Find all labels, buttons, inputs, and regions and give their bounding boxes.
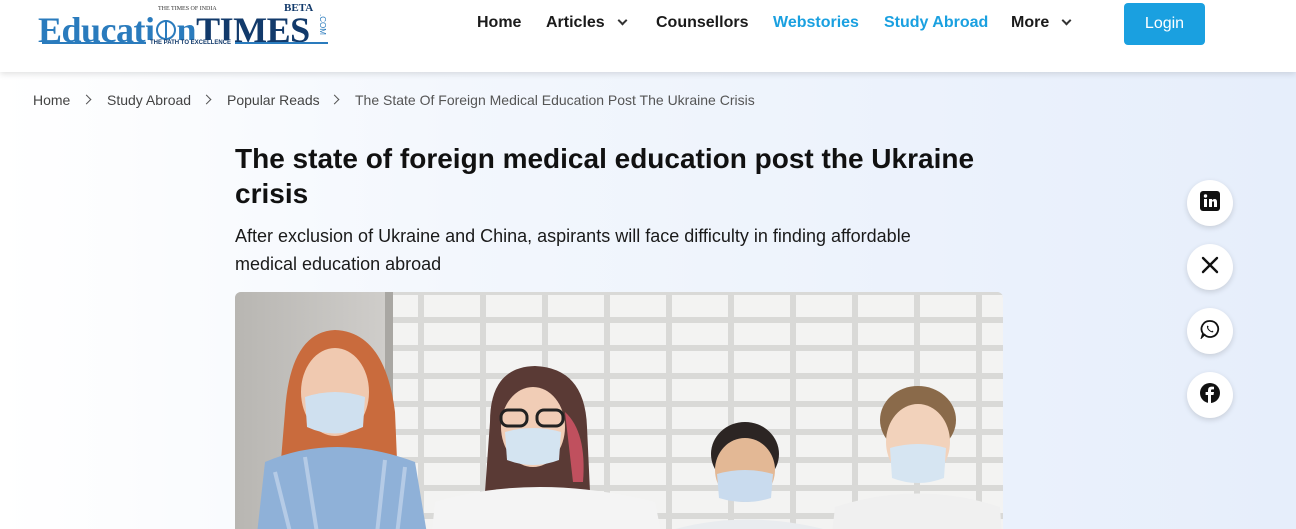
nav-more-label: More	[1011, 14, 1050, 31]
students-wearing-masks-photo	[235, 292, 1003, 529]
article-hero-image	[235, 292, 1003, 529]
nav-counsellors-label: Counsellors	[656, 14, 749, 31]
chevron-right-icon	[329, 94, 340, 105]
nav-home[interactable]: Home	[477, 14, 521, 32]
share-x-button[interactable]	[1187, 244, 1233, 290]
globe-icon	[155, 20, 176, 40]
login-button[interactable]: Login	[1124, 3, 1205, 45]
article-title: The state of foreign medical education p…	[235, 143, 975, 209]
nav-home-label: Home	[477, 14, 522, 31]
nav-webstories[interactable]: Webstories	[773, 14, 859, 32]
nav-study-abroad-label: Study Abroad	[884, 14, 989, 31]
breadcrumb-popular-reads[interactable]: Popular Reads	[227, 92, 320, 108]
share-facebook-button[interactable]	[1187, 372, 1233, 418]
linkedin-icon	[1200, 190, 1220, 216]
article-subtitle: After exclusion of Ukraine and China, as…	[235, 226, 911, 274]
facebook-icon	[1200, 382, 1220, 408]
x-twitter-icon	[1201, 256, 1219, 279]
breadcrumb-study-abroad[interactable]: Study Abroad	[107, 92, 191, 108]
chevron-down-icon	[1061, 15, 1072, 26]
share-linkedin-button[interactable]	[1187, 180, 1233, 226]
logo-tagline: THE PATH TO EXCELLENCE	[146, 40, 236, 46]
breadcrumb-home[interactable]: Home	[33, 92, 70, 108]
chevron-right-icon	[201, 94, 212, 105]
logo-suffix: .COM	[318, 14, 327, 35]
nav-webstories-label: Webstories	[773, 14, 859, 31]
whatsapp-icon	[1200, 319, 1220, 344]
site-header: THE TIMES OF INDIA BETA Educati nTIMES .C…	[0, 0, 1296, 72]
nav-articles[interactable]: Articles	[546, 14, 628, 32]
education-times-logo[interactable]: THE TIMES OF INDIA BETA Educati nTIMES .C…	[38, 2, 330, 50]
nav-articles-label: Articles	[546, 14, 605, 31]
nav-more[interactable]: More	[1011, 14, 1072, 32]
nav-study-abroad[interactable]: Study Abroad	[884, 14, 988, 32]
logo-tagline-rule: THE PATH TO EXCELLENCE	[42, 40, 328, 49]
share-whatsapp-button[interactable]	[1187, 308, 1233, 354]
nav-counsellors[interactable]: Counsellors	[656, 14, 748, 32]
chevron-down-icon	[617, 15, 628, 26]
chevron-right-icon	[81, 94, 92, 105]
breadcrumb-current: The State Of Foreign Medical Education P…	[355, 92, 755, 108]
